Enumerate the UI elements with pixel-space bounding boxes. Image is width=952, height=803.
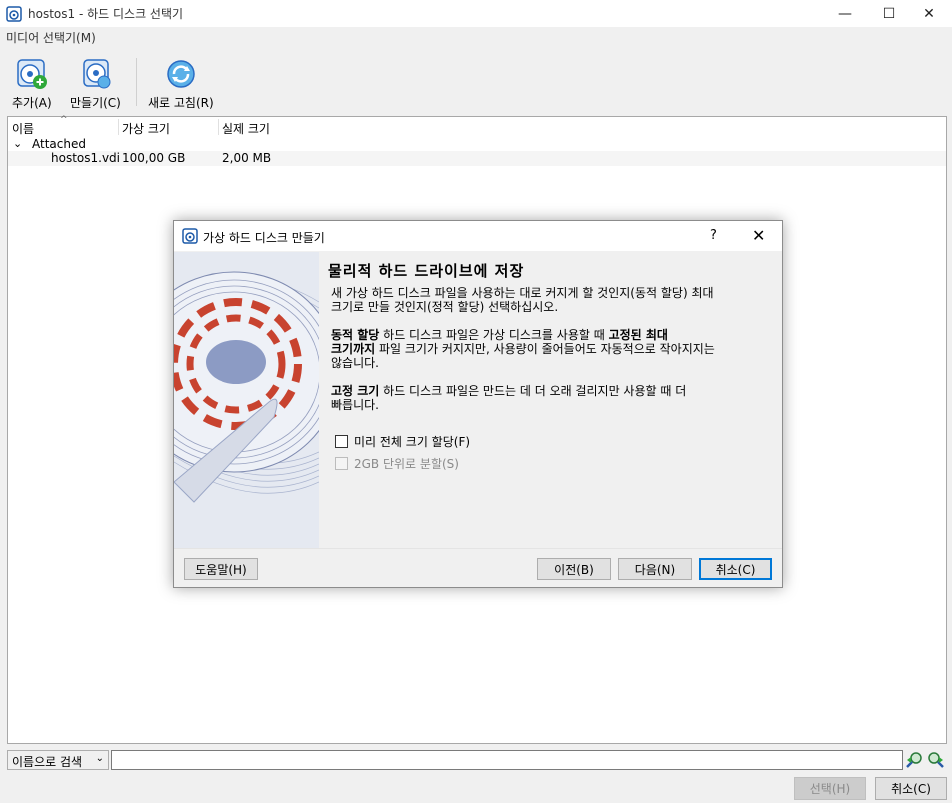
dialog-cancel-button[interactable]: 취소(C) (699, 558, 772, 580)
preallocate-checkbox[interactable]: 미리 전체 크기 할당(F) (335, 433, 470, 450)
chevron-down-icon[interactable]: ⌄ (13, 137, 22, 150)
intro-text: 새 가상 하드 디스크 파일을 사용하는 대로 커지게 할 것인지(동적 할당)… (331, 286, 771, 314)
disk-actual-size: 2,00 MB (222, 151, 272, 165)
dynamic-text: 않습니다. (331, 356, 379, 370)
create-button-label: 만들기(C) (70, 96, 121, 110)
search-previous-icon[interactable] (905, 751, 923, 769)
hard-disk-illustration (174, 252, 319, 548)
checkbox-box[interactable] (335, 457, 348, 470)
dialog-footer: 도움말(H) 이전(B) 다음(N) 취소(C) (174, 548, 782, 587)
dynamic-text: 파일 크기가 커지지만, 사용량이 줄어들어도 자동적으로 작아지지는 (375, 342, 715, 356)
intro-line: 크기로 만들 것인지(정적 할당) 선택하십시오. (331, 300, 559, 314)
disk-virtual-size: 100,00 GB (122, 151, 186, 165)
dynamic-emphasis: 크기까지 (331, 342, 376, 356)
window-title: hostos1 - 하드 디스크 선택기 (28, 7, 184, 21)
refresh-button-label: 새로 고침(R) (148, 96, 214, 110)
help-button[interactable]: 도움말(H) (184, 558, 258, 580)
fixed-text: 빠릅니다. (331, 398, 379, 412)
disk-name: hostos1.vdi (51, 151, 120, 165)
group-label: Attached (32, 137, 86, 151)
dialog-title: 가상 하드 디스크 만들기 (203, 231, 325, 245)
close-icon[interactable]: ✕ (752, 226, 765, 245)
split-label: 2GB 단위로 분할(S) (354, 457, 459, 471)
toolbar-separator (136, 58, 137, 106)
create-disk-icon (83, 59, 111, 89)
search-mode-select[interactable]: 이름으로 검색 ⌄ (7, 750, 109, 770)
page-title: 물리적 하드 드라이브에 저장 (328, 262, 525, 280)
add-button[interactable]: 추가(A) (12, 58, 52, 111)
table-row[interactable]: hostos1.vdi 100,00 GB 2,00 MB (8, 151, 946, 166)
create-virtual-disk-dialog: 가상 하드 디스크 만들기 ? ✕ 물리적 하드 드라이브에 저장 새 가상 하… (173, 220, 783, 588)
column-separator (218, 119, 219, 135)
virtualbox-app-icon (182, 228, 198, 244)
close-button[interactable]: ✕ (906, 0, 952, 27)
dialog-body: 물리적 하드 드라이브에 저장 새 가상 하드 디스크 파일을 사용하는 대로 … (319, 252, 782, 548)
fixed-term: 고정 크기 (331, 384, 380, 398)
create-button[interactable]: 만들기(C) (70, 58, 121, 111)
dynamic-description: 동적 할당 하드 디스크 파일은 가상 디스크를 사용할 때 고정된 최대 크기… (331, 328, 771, 370)
add-button-label: 추가(A) (12, 96, 52, 110)
next-button[interactable]: 다음(N) (618, 558, 692, 580)
refresh-button[interactable]: 새로 고침(R) (148, 58, 214, 111)
choose-button[interactable]: 선택(H) (794, 777, 866, 800)
dynamic-text: 하드 디스크 파일은 가상 디스크를 사용할 때 (379, 328, 609, 342)
preallocate-label: 미리 전체 크기 할당(F) (354, 435, 471, 449)
help-icon[interactable]: ? (710, 228, 717, 243)
column-header-actual-size[interactable]: 실제 크기 (222, 120, 270, 137)
checkbox-box[interactable] (335, 435, 348, 448)
split-2gb-checkbox[interactable]: 2GB 단위로 분할(S) (335, 455, 459, 472)
menu-media-selector[interactable]: 미디어 선택기(M) (6, 29, 96, 46)
search-next-icon[interactable] (927, 751, 945, 769)
chevron-down-icon: ⌄ (95, 753, 104, 764)
list-header: 이름 ^ 가상 크기 실제 크기 (8, 115, 946, 137)
minimize-button[interactable]: — (822, 0, 868, 27)
dynamic-term: 동적 할당 (331, 328, 380, 342)
refresh-icon (167, 60, 195, 88)
add-disk-icon (17, 59, 47, 89)
menubar: 미디어 선택기(M) (0, 27, 952, 47)
toolbar: 추가(A) 만들기(C) 새로 고침(R) (0, 52, 952, 114)
column-separator (118, 119, 119, 135)
cancel-button[interactable]: 취소(C) (875, 777, 947, 800)
disk-illustration (174, 252, 319, 548)
search-input[interactable] (111, 750, 903, 770)
group-row-attached[interactable]: ⌄ Attached (8, 137, 946, 152)
dynamic-emphasis: 고정된 최대 (608, 328, 668, 342)
search-bar: 이름으로 검색 ⌄ (7, 750, 947, 770)
sort-ascending-icon: ^ (60, 115, 68, 125)
fixed-text: 하드 디스크 파일은 만드는 데 더 오래 걸리지만 사용할 때 더 (379, 384, 687, 398)
intro-line: 새 가상 하드 디스크 파일을 사용하는 대로 커지게 할 것인지(동적 할당)… (331, 286, 714, 300)
window-titlebar: hostos1 - 하드 디스크 선택기 — ☐ ✕ (0, 0, 952, 27)
back-button[interactable]: 이전(B) (537, 558, 611, 580)
column-header-name[interactable]: 이름 (12, 120, 34, 137)
virtualbox-app-icon (6, 5, 22, 22)
column-header-virtual-size[interactable]: 가상 크기 (122, 120, 170, 137)
fixed-description: 고정 크기 하드 디스크 파일은 만드는 데 더 오래 걸리지만 사용할 때 더… (331, 384, 771, 412)
dialog-titlebar: 가상 하드 디스크 만들기 ? ✕ (174, 221, 782, 251)
search-mode-value: 이름으로 검색 (12, 755, 83, 769)
